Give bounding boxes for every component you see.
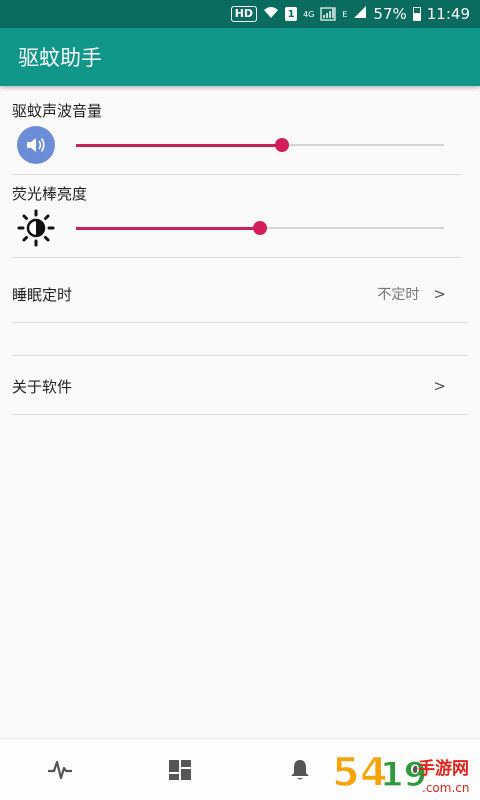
signal-strength-icon (353, 5, 367, 23)
activity-icon (48, 760, 72, 779)
nav-item-activity[interactable] (0, 739, 120, 800)
sleep-timer-right: 不定时 > (377, 284, 468, 304)
divider (12, 355, 468, 356)
volume-slider[interactable] (76, 138, 444, 152)
divider (12, 322, 468, 323)
volume-slider-fill (76, 143, 283, 147)
svg-text:.com.cn: .com.cn (422, 781, 469, 795)
brightness-slider[interactable] (76, 221, 444, 235)
brightness-slider-row (16, 208, 446, 248)
volume-slider-thumb[interactable] (275, 138, 290, 152)
svg-text:手游网: 手游网 (418, 758, 469, 779)
sleep-timer-value: 不定时 (377, 287, 420, 303)
nav-item-dashboard[interactable] (120, 739, 240, 800)
app-bar: 驱蚊助手 (0, 28, 480, 86)
brightness-label: 荧光棒亮度 (12, 185, 88, 203)
battery-icon (412, 7, 421, 21)
clock: 11:49 (426, 5, 470, 23)
about-label: 关于软件 (12, 377, 73, 396)
brightness-icon[interactable] (16, 208, 56, 248)
about-row[interactable]: 关于软件 > (12, 366, 468, 406)
wifi-icon (263, 5, 279, 23)
signal-icon (320, 7, 336, 21)
brightness-slider-thumb[interactable] (253, 221, 267, 235)
dashboard-icon (169, 759, 191, 780)
about-right: > (433, 377, 468, 395)
sleep-timer-label: 睡眠定时 (12, 285, 73, 304)
hd-badge: HD (230, 6, 258, 22)
battery-percent: 57% (373, 5, 407, 23)
divider (12, 174, 462, 175)
speaker-icon[interactable] (16, 125, 56, 165)
chevron-right-icon: > (433, 285, 446, 303)
divider (12, 257, 462, 258)
divider (12, 414, 468, 415)
bell-icon (291, 759, 309, 779)
sim-badge: 1 (285, 7, 298, 21)
edge-indicator: E (342, 9, 348, 19)
app-title: 驱蚊助手 (18, 46, 102, 70)
volume-slider-row (16, 125, 446, 165)
brightness-slider-fill (76, 226, 260, 230)
watermark-logo: 54 19 手游网 .com.cn (331, 749, 469, 797)
volume-label: 驱蚊声波音量 (12, 102, 103, 120)
chevron-right-icon: > (433, 377, 446, 395)
sleep-timer-row[interactable]: 睡眠定时 不定时 > (12, 274, 468, 314)
status-bar: HD 1 4G E 57% 11:49 (0, 0, 480, 28)
network-type: 4G (303, 9, 315, 19)
